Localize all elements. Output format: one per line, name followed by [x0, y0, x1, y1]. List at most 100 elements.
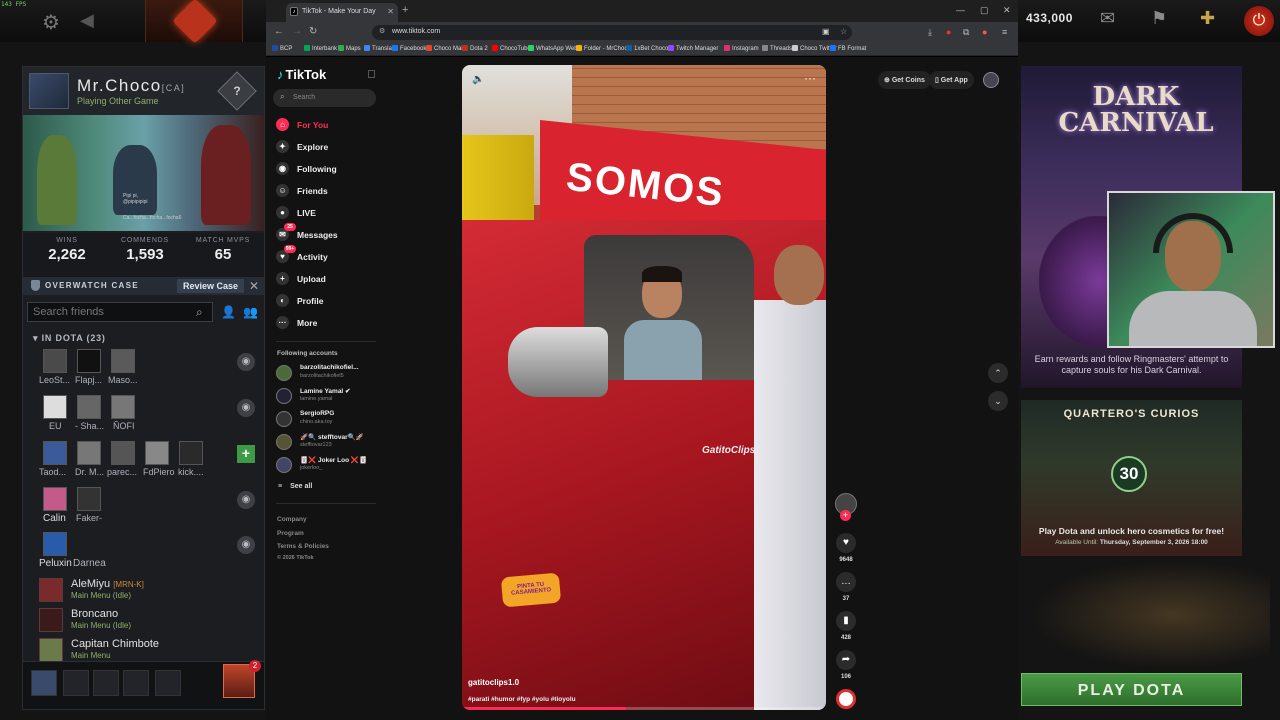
- minimize-icon[interactable]: —: [956, 5, 965, 15]
- avatar[interactable]: [39, 638, 63, 662]
- nav-messages[interactable]: ✉ 25 Messages: [276, 223, 376, 245]
- bookmark-item[interactable]: Maps: [338, 45, 361, 52]
- video-player[interactable]: SOMOS PINTA TU CASAMIENTO GatitoClips 🔈 …: [462, 65, 826, 710]
- bookmark-item[interactable]: Instagram: [724, 45, 759, 52]
- user-avatar[interactable]: [983, 72, 999, 88]
- bookmark-item[interactable]: Interbank: [304, 45, 337, 52]
- party-row[interactable]: LeoSt... Flapj... Maso... ◉: [31, 349, 261, 389]
- video-progress-bar[interactable]: [462, 707, 826, 710]
- following-account[interactable]: SergioRPG chino.aka.toy: [276, 409, 381, 431]
- nav-explore[interactable]: ✦ Explore: [276, 139, 376, 157]
- avatar[interactable]: [111, 441, 135, 465]
- screen-icon[interactable]: ▣: [822, 27, 830, 36]
- bookmark-item[interactable]: Choco Mail: [426, 45, 464, 52]
- profile-header[interactable]: Mr.Choco[CA] Playing Other Game ?: [23, 67, 264, 115]
- party-row[interactable]: EU - Sha... ÑOFI ◉: [31, 395, 261, 435]
- nav-for-you[interactable]: ⌂ For You: [276, 117, 376, 135]
- avatar[interactable]: [111, 395, 135, 419]
- following-account[interactable]: Lamine Yamal ✔ lamine.yamal: [276, 386, 381, 408]
- settings-gear-icon[interactable]: ⚙: [42, 10, 60, 35]
- bookmark-button[interactable]: ▮ 428: [832, 611, 860, 641]
- heart-button[interactable]: ♥ 9648: [832, 533, 860, 563]
- curios-promo[interactable]: QUARTERO'S CURIOS 30 Play Dota and unloc…: [1021, 400, 1242, 556]
- bookmark-item[interactable]: Folder - MrChoco: [576, 45, 631, 52]
- music-disc[interactable]: [832, 689, 860, 709]
- party-row[interactable]: Taod... Dr. M... parec... FdPiero kick..…: [31, 441, 261, 481]
- following-account[interactable]: 🚀🔍 stefftovar🔍🚀 stefftovar123: [276, 432, 381, 454]
- power-icon[interactable]: ⏻: [1244, 6, 1274, 36]
- party-row[interactable]: Peluxin Darnea ◉: [31, 532, 261, 572]
- creator-avatar[interactable]: +: [832, 493, 860, 521]
- bookmark-item[interactable]: Threads: [762, 45, 792, 52]
- more-options-icon[interactable]: ···: [804, 71, 816, 85]
- new-tab-icon[interactable]: +: [402, 4, 408, 16]
- avatar[interactable]: [77, 349, 101, 373]
- nav-profile[interactable]: ◐ Profile: [276, 293, 376, 311]
- avatar[interactable]: [276, 388, 292, 404]
- back-arrow-icon[interactable]: ◀: [80, 10, 94, 31]
- address-bar[interactable]: ⚙ www.tiktok.com ☆ ▣: [372, 25, 852, 40]
- avatar[interactable]: [276, 457, 292, 473]
- review-case-button[interactable]: Review Case: [177, 279, 245, 293]
- friend-list-item[interactable]: Broncano Main Menu (Idle): [39, 608, 259, 634]
- nav-friends[interactable]: ☺ Friends: [276, 183, 376, 201]
- group-title[interactable]: ▾ IN DOTA (23): [33, 333, 106, 344]
- avatar[interactable]: [77, 395, 101, 419]
- avatar[interactable]: [39, 608, 63, 632]
- party-slot-self[interactable]: [31, 670, 57, 696]
- play-dota-button[interactable]: PLAY DOTA: [1021, 673, 1242, 706]
- plus-shard-icon[interactable]: ✚: [1200, 8, 1215, 29]
- see-all-link[interactable]: ≡ See all: [278, 483, 312, 490]
- footer-program-link[interactable]: Program: [277, 530, 304, 537]
- avatar[interactable]: [77, 487, 101, 511]
- party-slot[interactable]: [93, 670, 119, 696]
- avatar[interactable]: [43, 349, 67, 373]
- extension-icon[interactable]: ●: [946, 27, 951, 37]
- search-input[interactable]: ⌕ Search: [273, 89, 376, 107]
- nav-activity[interactable]: ♥ 99+ Activity: [276, 245, 376, 267]
- close-tab-icon[interactable]: ✕: [387, 7, 394, 16]
- avatar[interactable]: [179, 441, 203, 465]
- tiktok-logo[interactable]: ♪ TikTok: [277, 67, 326, 82]
- party-slot[interactable]: [63, 670, 89, 696]
- footer-company-link[interactable]: Company: [277, 516, 307, 523]
- avatar[interactable]: [43, 395, 67, 419]
- party-row[interactable]: Calin Faker- ◉: [31, 487, 261, 527]
- bookmark-item[interactable]: Facebook: [392, 45, 426, 52]
- watch-eye-icon[interactable]: ◉: [237, 353, 255, 371]
- download-icon[interactable]: ⤓: [928, 27, 932, 38]
- following-account[interactable]: 🃏❌ Joker Loo ❌🃏 jokerloo_: [276, 455, 381, 477]
- nav-more[interactable]: ··· More: [276, 315, 376, 333]
- close-window-icon[interactable]: ✕: [1003, 5, 1011, 16]
- close-icon[interactable]: ✕: [249, 279, 259, 293]
- tab-tiktok[interactable]: ♪ TikTok - Make Your Day ✕: [286, 3, 398, 22]
- mail-icon[interactable]: ✉: [1100, 8, 1115, 29]
- armory-icon[interactable]: ⚑: [1151, 8, 1167, 29]
- rank-medal-icon[interactable]: ?: [217, 71, 257, 111]
- bookmark-item[interactable]: 1xBet Choco: [626, 45, 668, 52]
- footer-terms-link[interactable]: Terms & Policies: [277, 543, 329, 550]
- hero-showcase[interactable]: Pipi pi, @pipipipipi Ca...focha...focha.…: [23, 115, 264, 231]
- party-slot[interactable]: [123, 670, 149, 696]
- back-icon[interactable]: ←: [274, 26, 284, 37]
- search-icon[interactable]: ⌕: [196, 305, 203, 320]
- avatar[interactable]: [29, 73, 69, 109]
- watch-eye-icon[interactable]: ◉: [237, 491, 255, 509]
- watch-eye-icon[interactable]: ◉: [237, 399, 255, 417]
- bookmark-item[interactable]: WhatsApp Web: [528, 45, 578, 52]
- site-info-icon[interactable]: ⚙: [379, 27, 385, 35]
- reload-icon[interactable]: ↻: [309, 26, 317, 37]
- bookmark-item[interactable]: FB Format: [830, 45, 866, 52]
- menu-kebab-icon[interactable]: ≡: [1002, 27, 1007, 37]
- follow-plus-icon[interactable]: +: [840, 510, 851, 521]
- bookmark-item[interactable]: Dota 2: [462, 45, 488, 52]
- collapse-sidebar-icon[interactable]: [368, 70, 375, 78]
- avatar[interactable]: [276, 365, 292, 381]
- avatar[interactable]: [43, 441, 67, 465]
- dota-logo[interactable]: [145, 0, 243, 44]
- watch-eye-icon[interactable]: ◉: [237, 536, 255, 554]
- avatar[interactable]: [77, 441, 101, 465]
- friends-list-icon[interactable]: 👥: [243, 305, 258, 319]
- party-slot[interactable]: [155, 670, 181, 696]
- nav-upload[interactable]: + Upload: [276, 271, 376, 289]
